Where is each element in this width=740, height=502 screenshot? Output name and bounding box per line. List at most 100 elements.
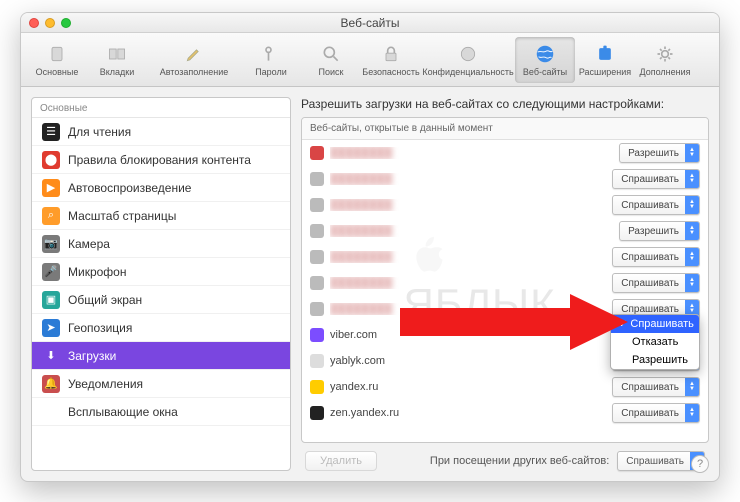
favicon (310, 328, 324, 342)
sidebar-item-popup[interactable]: ◻ Всплывающие окна (32, 398, 290, 426)
content-area: Основные ☰Для чтения⬤Правила блокировани… (21, 87, 719, 481)
toolbar-tab-globe[interactable]: Веб-сайты (515, 37, 575, 83)
sidebar-item-bell[interactable]: 🔔Уведомления (32, 370, 290, 398)
permission-dropdown-menu[interactable]: ✓СпрашиватьОтказатьРазрешить (610, 314, 700, 370)
sidebar-item-label: Загрузки (68, 349, 116, 363)
toolbar-tab-key[interactable]: Пароли (241, 37, 301, 83)
site-row[interactable]: ████████Спрашивать▲▼ (302, 192, 708, 218)
menu-item[interactable]: Разрешить (611, 351, 699, 369)
tabs-icon (106, 43, 128, 65)
favicon (310, 172, 324, 186)
site-hostname: ████████ (330, 303, 612, 315)
chevron-updown-icon: ▲▼ (685, 222, 699, 240)
sidebar-item-reader[interactable]: ☰Для чтения (32, 118, 290, 146)
sidebar-item-label: Всплывающие окна (68, 405, 178, 419)
favicon (310, 276, 324, 290)
download-icon: ⬇ (42, 347, 60, 365)
favicon (310, 250, 324, 264)
sidebar-item-screen[interactable]: ▣Общий экран (32, 286, 290, 314)
favicon (310, 146, 324, 160)
permission-picker[interactable]: Спрашивать▲▼ (612, 247, 700, 267)
sidebar-item-label: Геопозиция (68, 321, 132, 335)
sidebar-item-play[interactable]: ▶ Автовоспроизведение (32, 174, 290, 202)
lock-icon (380, 43, 402, 65)
sidebar-item-camera[interactable]: 📷Камера (32, 230, 290, 258)
sidebar-item-label: Автовоспроизведение (68, 181, 191, 195)
chevron-updown-icon: ▲▼ (685, 196, 699, 214)
site-row[interactable]: ████████Спрашивать▲▼ (302, 166, 708, 192)
site-row[interactable]: ████████Разрешить▲▼ (302, 140, 708, 166)
site-hostname: ████████ (330, 199, 612, 211)
site-row[interactable]: ████████Спрашивать▲▼ (302, 244, 708, 270)
sidebar-section-title: Основные (32, 98, 290, 118)
site-hostname: ████████ (330, 251, 612, 263)
toolbar-tab-search[interactable]: Поиск (301, 37, 361, 83)
menu-item[interactable]: Отказать (611, 333, 699, 351)
permission-picker[interactable]: Спрашивать▲▼ (612, 169, 700, 189)
toolbar-tab-pencil[interactable]: Автозаполнение (147, 37, 241, 83)
favicon (310, 354, 324, 368)
chevron-updown-icon: ▲▼ (685, 144, 699, 162)
site-row[interactable]: yandex.ruСпрашивать▲▼ (302, 374, 708, 400)
permission-picker[interactable]: Разрешить▲▼ (619, 143, 700, 163)
main-panel: Разрешить загрузки на веб-сайтах со след… (291, 87, 719, 481)
permission-picker[interactable]: Разрешить▲▼ (619, 221, 700, 241)
sidebar-item-label: Правила блокирования контента (68, 153, 251, 167)
toolbar-tab-gear[interactable]: Основные (27, 37, 87, 83)
site-row[interactable]: zen.yandex.ruСпрашивать▲▼ (302, 400, 708, 426)
site-hostname: ████████ (330, 173, 612, 185)
favicon (310, 224, 324, 238)
permission-picker[interactable]: Спрашивать▲▼ (612, 403, 700, 423)
mic-icon: 🎤 (42, 263, 60, 281)
toolbar-tab-privacy[interactable]: Конфиденциальность (421, 37, 515, 83)
cog-icon (654, 43, 676, 65)
chevron-updown-icon: ▲▼ (685, 170, 699, 188)
preferences-window: Веб-сайты ОсновныеВкладкиАвтозаполнениеП… (20, 12, 720, 482)
sidebar-item-label: Микрофон (68, 265, 126, 279)
table-header: Веб-сайты, открытые в данный момент (302, 118, 708, 140)
preferences-toolbar: ОсновныеВкладкиАвтозаполнениеПаролиПоиск… (21, 33, 719, 87)
delete-button[interactable]: Удалить (305, 451, 377, 471)
sidebar: Основные ☰Для чтения⬤Правила блокировани… (31, 97, 291, 471)
sidebar-item-mic[interactable]: 🎤 Микрофон (32, 258, 290, 286)
sidebar-item-download[interactable]: ⬇ Загрузки (32, 342, 290, 370)
site-hostname: viber.com (330, 329, 612, 341)
site-rows: ЯБЛЫК ████████Разрешить▲▼████████Спрашив… (302, 140, 708, 442)
titlebar: Веб-сайты (21, 13, 719, 33)
popup-icon: ◻ (42, 403, 60, 421)
site-row[interactable]: ████████Спрашивать▲▼ (302, 270, 708, 296)
site-row[interactable]: ████████Разрешить▲▼ (302, 218, 708, 244)
menu-item[interactable]: ✓Спрашивать (611, 315, 699, 333)
permission-picker[interactable]: Спрашивать▲▼ (612, 377, 700, 397)
site-hostname: zen.yandex.ru (330, 407, 612, 419)
privacy-icon (457, 43, 479, 65)
bell-icon: 🔔 (42, 375, 60, 393)
favicon (310, 198, 324, 212)
reader-icon: ☰ (42, 123, 60, 141)
toolbar-tab-cog[interactable]: Дополнения (635, 37, 695, 83)
sidebar-item-label: Масштаб страницы (68, 209, 176, 223)
checkmark-icon: ✓ (619, 319, 627, 330)
footer-label: При посещении других веб-сайтов: (430, 455, 609, 467)
chevron-updown-icon: ▲▼ (685, 274, 699, 292)
sidebar-item-geo[interactable]: ➤ Геопозиция (32, 314, 290, 342)
search-icon (320, 43, 342, 65)
help-button[interactable]: ? (691, 455, 709, 473)
sidebar-list: ☰Для чтения⬤Правила блокирования контент… (32, 118, 290, 470)
sidebar-item-zoom[interactable]: ⌕Масштаб страницы (32, 202, 290, 230)
site-hostname: ████████ (330, 225, 619, 237)
sidebar-item-stop[interactable]: ⬤Правила блокирования контента (32, 146, 290, 174)
sidebar-item-label: Общий экран (68, 293, 142, 307)
favicon (310, 406, 324, 420)
window-title: Веб-сайты (21, 16, 719, 30)
permission-picker[interactable]: Спрашивать▲▼ (612, 195, 700, 215)
sidebar-item-label: Камера (68, 237, 110, 251)
play-icon: ▶ (42, 179, 60, 197)
toolbar-tab-tabs[interactable]: Вкладки (87, 37, 147, 83)
toolbar-tab-puzzle[interactable]: Расширения (575, 37, 635, 83)
permission-picker[interactable]: Спрашивать▲▼ (612, 273, 700, 293)
geo-icon: ➤ (42, 319, 60, 337)
toolbar-tab-lock[interactable]: Безопасность (361, 37, 421, 83)
chevron-updown-icon: ▲▼ (685, 404, 699, 422)
site-hostname: ████████ (330, 277, 612, 289)
